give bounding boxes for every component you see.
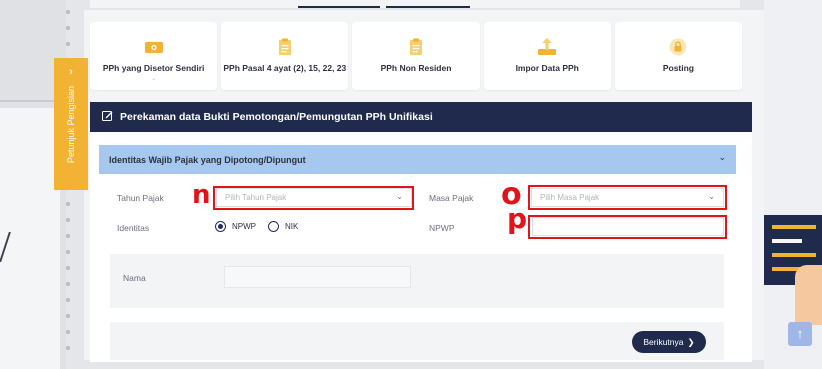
berikutnya-button[interactable]: Berikutnya ❯ — [632, 331, 706, 353]
annotation-p: p — [507, 202, 528, 235]
form-header: Perekaman data Bukti Pemotongan/Pemungut… — [90, 102, 752, 132]
menu-item-label: PPh Non Residen — [380, 63, 452, 73]
side-tab-label: Petunjuk Pengisian — [66, 86, 76, 164]
scroll-top-button[interactable]: ↑ — [788, 322, 812, 346]
identitas-section-header[interactable]: Identitas Wajib Pajak yang Dipotong/Dipu… — [99, 145, 736, 174]
lock-icon — [669, 38, 687, 56]
background-illustration-person — [795, 265, 822, 325]
menu-row: PPh yang Disetor Sendiri ⌄ PPh Pasal 4 a… — [90, 22, 743, 90]
chevron-down-icon: ⌄ — [718, 152, 726, 162]
chevron-right-icon: ❯ — [687, 336, 695, 347]
menu-item-posting[interactable]: Posting — [614, 22, 743, 90]
menu-item-impor-data[interactable]: Impor Data PPh — [483, 22, 611, 90]
form-title: Perekaman data Bukti Pemotongan/Pemungut… — [120, 111, 433, 123]
tahun-pajak-label: Tahun Pajak — [117, 193, 164, 203]
npwp-radio-label: NPWP — [232, 222, 256, 231]
nama-label: Nama — [123, 273, 146, 283]
menu-item-disetor-sendiri[interactable]: PPh yang Disetor Sendiri ⌄ — [90, 22, 218, 90]
arrow-up-icon: ↑ — [796, 326, 804, 341]
wallet-icon — [144, 38, 164, 56]
highlight-box-p — [528, 215, 727, 239]
annotation-n: n — [192, 180, 211, 210]
chevron-down-icon: ⌄ — [151, 76, 157, 82]
chevron-right-icon: › — [69, 66, 73, 78]
menu-item-label: Impor Data PPh — [515, 63, 579, 73]
upload-icon — [537, 38, 557, 56]
nama-input[interactable] — [224, 266, 411, 288]
top-strip — [90, 0, 740, 8]
nik-radio-label: NIK — [285, 222, 299, 231]
menu-item-label: PPh yang Disetor Sendiri — [102, 63, 205, 73]
menu-item-label: PPh Pasal 4 ayat (2), 15, 22, 23 — [223, 63, 347, 73]
menu-item-non-residen[interactable]: PPh Non Residen — [352, 22, 480, 90]
identitas-label: Identitas — [117, 223, 150, 233]
nik-radio[interactable] — [268, 221, 279, 232]
highlight-box-n — [213, 186, 414, 210]
npwp-radio[interactable] — [215, 221, 226, 232]
highlight-box-o — [528, 185, 727, 210]
identitas-radio-group: NPWP NIK — [215, 221, 298, 232]
nama-section — [110, 254, 724, 308]
menu-item-label: Posting — [662, 63, 694, 73]
section-title: Identitas Wajib Pajak yang Dipotong/Dipu… — [109, 154, 306, 165]
menu-item-pasal-4[interactable]: PPh Pasal 4 ayat (2), 15, 22, 23 — [221, 22, 349, 90]
berikutnya-label: Berikutnya — [643, 337, 684, 347]
masa-pajak-label: Masa Pajak — [429, 193, 474, 203]
background-divider — [0, 100, 60, 102]
document-icon — [409, 38, 423, 56]
document-icon — [278, 38, 292, 56]
npwp-label: NPWP — [429, 223, 455, 233]
edit-icon — [102, 110, 113, 124]
petunjuk-pengisian-tab[interactable]: › Petunjuk Pengisian — [54, 58, 88, 190]
